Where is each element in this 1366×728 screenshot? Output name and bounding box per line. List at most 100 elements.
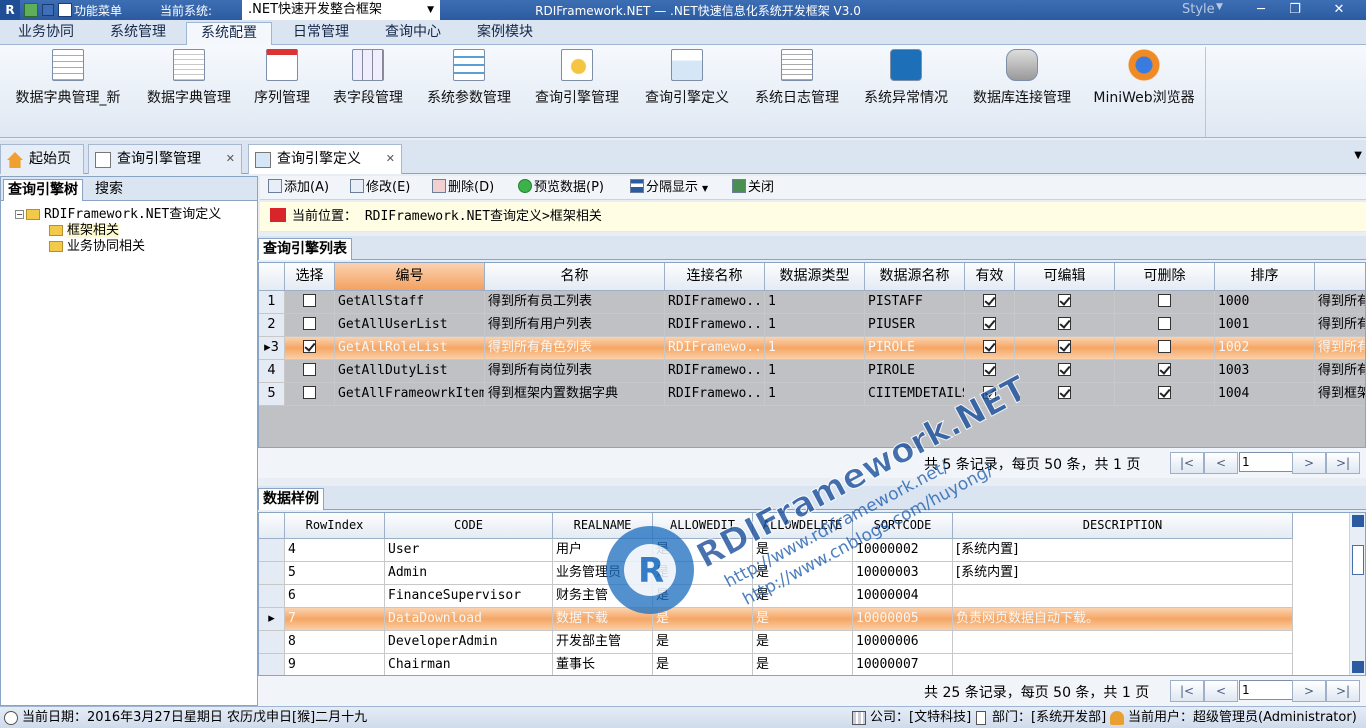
row-select-checkbox[interactable] xyxy=(285,291,335,314)
sequence-manage-button[interactable]: 序列管理 xyxy=(248,49,316,111)
tab-search[interactable]: 搜索 xyxy=(91,179,127,201)
row-select-checkbox[interactable] xyxy=(285,383,335,406)
cell-enabled[interactable] xyxy=(965,314,1015,337)
cell-deletable[interactable] xyxy=(1115,383,1215,406)
col-header-source-name[interactable]: 数据源名称 xyxy=(865,263,965,291)
delete-button[interactable]: 删除(D) xyxy=(432,179,494,197)
col-header-realname[interactable]: REALNAME xyxy=(553,513,653,539)
cell-enabled[interactable] xyxy=(965,337,1015,360)
checkbox[interactable] xyxy=(303,294,316,307)
table-row[interactable]: 8 DeveloperAdmin 开发部主管是是 10000006 xyxy=(259,631,1365,654)
prev-page-button[interactable]: < xyxy=(1204,452,1238,474)
table-row[interactable]: 5 GetAllFrameowrkItems 得到框架内置数据字典 RDIFramew… xyxy=(259,383,1365,406)
tree-node-root[interactable]: − RDIFramework.NET查询定义 xyxy=(15,207,221,223)
checkbox[interactable] xyxy=(1158,363,1171,376)
checkbox[interactable] xyxy=(983,363,996,376)
checkbox[interactable] xyxy=(1058,317,1071,330)
db-connection-button[interactable]: 数据库连接管理 xyxy=(966,49,1078,111)
close-view-button[interactable]: 关闭 xyxy=(732,179,774,197)
checkbox[interactable] xyxy=(983,294,996,307)
col-header-source-type[interactable]: 数据源类型 xyxy=(765,263,865,291)
checkbox[interactable] xyxy=(1058,386,1071,399)
last-page-button[interactable]: >| xyxy=(1326,680,1360,702)
scroll-down-icon[interactable] xyxy=(1352,661,1364,673)
menu-tab-collab[interactable]: 业务协同 xyxy=(4,22,88,45)
page-input[interactable]: 1 xyxy=(1239,680,1293,700)
checkbox[interactable] xyxy=(1058,340,1071,353)
minimize-button[interactable]: ─ xyxy=(1244,0,1278,20)
cell-deletable[interactable] xyxy=(1115,360,1215,383)
scroll-thumb[interactable] xyxy=(1352,545,1364,575)
col-header-allowedit[interactable]: ALLOWEDIT xyxy=(653,513,753,539)
menu-tab-config[interactable]: 系统配置 xyxy=(186,22,272,45)
close-tab-icon[interactable]: ✕ xyxy=(226,145,235,173)
checkbox[interactable] xyxy=(983,317,996,330)
checkbox[interactable] xyxy=(1058,294,1071,307)
checkbox[interactable] xyxy=(1158,386,1171,399)
edit-button[interactable]: 修改(E) xyxy=(350,179,410,197)
col-header-code[interactable]: 编号 xyxy=(335,263,485,291)
close-button[interactable]: ✕ xyxy=(1322,0,1356,20)
table-row[interactable]: 4 User 用户是是 10000002 [系统内置] xyxy=(259,539,1365,562)
chevron-down-icon[interactable]: ▼ xyxy=(1216,2,1223,12)
cell-deletable[interactable] xyxy=(1115,337,1215,360)
tab-query-tree[interactable]: 查询引擎树 xyxy=(3,179,83,201)
scroll-up-icon[interactable] xyxy=(1352,515,1364,527)
table-row[interactable]: 9 Chairman 董事长是是 10000007 xyxy=(259,654,1365,675)
system-exception-button[interactable]: 系统异常情况 xyxy=(856,49,956,111)
collapse-icon[interactable]: − xyxy=(15,210,24,219)
add-button[interactable]: 添加(A) xyxy=(268,179,329,197)
tab-start-page[interactable]: 起始页 xyxy=(0,144,84,174)
preview-button[interactable]: 预览数据(P) xyxy=(518,179,604,197)
menu-tab-system[interactable]: 系统管理 xyxy=(96,22,180,45)
last-page-button[interactable]: >| xyxy=(1326,452,1360,474)
table-field-manage-button[interactable]: 表字段管理 xyxy=(326,49,410,111)
miniweb-browser-button[interactable]: MiniWeb浏览器 xyxy=(1088,49,1200,111)
cell-deletable[interactable] xyxy=(1115,291,1215,314)
tab-query-engine-define[interactable]: 查询引擎定义 ✕ xyxy=(248,144,402,174)
checkbox[interactable] xyxy=(1058,363,1071,376)
table-row[interactable]: 6 FinanceSupervisor 财务主管是是 10000004 xyxy=(259,585,1365,608)
style-menu[interactable]: Style xyxy=(1182,2,1215,17)
cell-editable[interactable] xyxy=(1015,360,1115,383)
dict-manage-button[interactable]: 数据字典管理 xyxy=(140,49,238,111)
table-row[interactable]: 1 GetAllStaff 得到所有员工列表 RDIFramewo... 1 PISTAF… xyxy=(259,291,1365,314)
table-row[interactable]: ▸ 7 DataDownload 数据下载是是 10000005 负责网页数据自动下载。 xyxy=(259,608,1365,631)
select-all-corner[interactable] xyxy=(259,513,285,539)
checkbox[interactable] xyxy=(303,363,316,376)
dict-manage-new-button[interactable]: 数据字典管理_新 xyxy=(6,49,130,111)
checkbox[interactable] xyxy=(983,340,996,353)
menu-tab-cases[interactable]: 案例模块 xyxy=(462,22,548,45)
col-header-name[interactable]: 名称 xyxy=(485,263,665,291)
table-row[interactable]: 2 GetAllUserList 得到所有用户列表 RDIFramewo... 1 PIU… xyxy=(259,314,1365,337)
col-header-description[interactable] xyxy=(1315,263,1365,291)
col-header-editable[interactable]: 可编辑 xyxy=(1015,263,1115,291)
query-engine-manage-button[interactable]: 查询引擎管理 xyxy=(528,49,626,111)
table-row[interactable]: 5 Admin 业务管理员是是 10000003 [系统内置] xyxy=(259,562,1365,585)
first-page-button[interactable]: |< xyxy=(1170,452,1204,474)
col-header-conn[interactable]: 连接名称 xyxy=(665,263,765,291)
table-row[interactable]: ▸3 GetAllRoleList 得到所有角色列表 RDIFramewo... 1 PI… xyxy=(259,337,1365,360)
col-header-sortcode[interactable]: SORTCODE xyxy=(853,513,953,539)
col-header-allowdelete[interactable]: ALLOWDELETE xyxy=(753,513,853,539)
col-header-sort[interactable]: 排序 xyxy=(1215,263,1315,291)
col-header-code[interactable]: CODE xyxy=(385,513,553,539)
col-header-enabled[interactable]: 有效 xyxy=(965,263,1015,291)
cell-editable[interactable] xyxy=(1015,337,1115,360)
menu-tab-query[interactable]: 查询中心 xyxy=(370,22,456,45)
tab-query-engine-manage[interactable]: 查询引擎管理 ✕ xyxy=(88,144,242,174)
maximize-button[interactable]: ❐ xyxy=(1278,0,1312,20)
split-view-button[interactable]: 分隔显示 ▼ xyxy=(630,179,708,197)
next-page-button[interactable]: > xyxy=(1292,680,1326,702)
checkbox[interactable] xyxy=(303,340,316,353)
close-tab-icon[interactable]: ✕ xyxy=(386,145,395,173)
first-page-button[interactable]: |< xyxy=(1170,680,1204,702)
col-header-select[interactable]: 选择 xyxy=(285,263,335,291)
cell-enabled[interactable] xyxy=(965,383,1015,406)
checkbox[interactable] xyxy=(303,317,316,330)
tree-node-framework[interactable]: 框架相关 xyxy=(49,223,120,239)
cell-deletable[interactable] xyxy=(1115,314,1215,337)
checkbox[interactable] xyxy=(1158,317,1171,330)
next-page-button[interactable]: > xyxy=(1292,452,1326,474)
menu-tab-daily[interactable]: 日常管理 xyxy=(278,22,364,45)
